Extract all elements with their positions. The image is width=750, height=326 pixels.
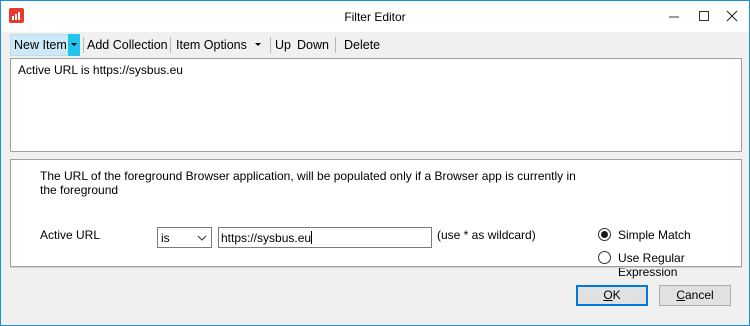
text-caret [311,231,313,244]
simple-match-radio[interactable] [598,228,611,241]
field-description: The URL of the foreground Browser applic… [40,169,576,197]
chevron-down-icon [197,235,207,241]
filter-list[interactable]: Active URL is https://sysbus.eu [10,58,742,152]
maximize-button[interactable] [694,7,714,25]
cancel-button[interactable]: Cancel [659,285,731,306]
minimize-icon [669,16,679,18]
operator-value: is [161,231,170,245]
add-collection-button[interactable]: Add Collection [87,34,168,56]
move-down-button[interactable]: Down [297,34,329,56]
footer-divider [10,267,742,268]
url-input[interactable]: https://sysbus.eu [218,227,432,248]
ok-button[interactable]: OK [576,285,648,306]
item-options-button[interactable]: Item Options [176,34,247,56]
delete-button[interactable]: Delete [344,34,380,56]
chevron-down-icon[interactable] [253,34,263,56]
operator-select[interactable]: is [157,227,212,248]
regex-label[interactable]: Use Regular Expression [618,251,741,279]
url-input-value: https://sysbus.eu [221,231,313,245]
wildcard-hint: (use * as wildcard) [437,228,536,242]
toolbar-separator [83,37,84,53]
close-icon [726,10,738,22]
title-bar: Filter Editor [1,1,749,32]
minimize-button[interactable] [664,7,684,25]
new-item-dropdown-button[interactable] [68,34,80,56]
filter-editor-window: Filter Editor New Item Add Collection It… [0,0,750,326]
window-title: Filter Editor [344,10,406,24]
filter-detail-panel: The URL of the foreground Browser applic… [10,159,742,279]
toolbar: New Item Add Collection Item Options Up … [10,34,742,56]
active-url-label: Active URL [40,228,101,242]
toolbar-separator [335,37,336,53]
regex-radio[interactable] [598,251,611,264]
chevron-down-icon [71,43,77,46]
move-up-button[interactable]: Up [275,34,291,56]
toolbar-separator [270,37,271,53]
maximize-icon [699,11,709,21]
list-item[interactable]: Active URL is https://sysbus.eu [18,63,183,77]
toolbar-separator [170,37,171,53]
close-button[interactable] [722,7,742,25]
new-item-button[interactable]: New Item [14,34,67,56]
simple-match-label[interactable]: Simple Match [618,228,691,242]
